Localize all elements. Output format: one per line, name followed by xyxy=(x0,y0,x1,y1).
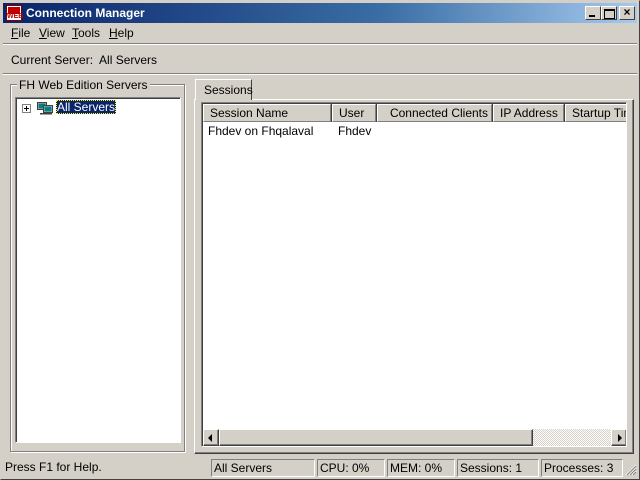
menu-file-label: ile xyxy=(18,26,31,40)
column-header-startup-time[interactable]: Startup Tim xyxy=(565,104,626,122)
app-icon-text: WEB xyxy=(7,13,24,20)
menu-bar: File View Tools Help xyxy=(3,23,637,43)
tab-sessions[interactable]: Sessions xyxy=(195,79,253,100)
application-window: WEB Connection Manager × File View Tools… xyxy=(0,0,640,480)
window-title: Connection Manager xyxy=(26,6,145,20)
sessions-list[interactable]: Session Name User Connected Clients IP A… xyxy=(201,102,627,447)
menu-help-mnemonic: H xyxy=(109,26,118,40)
menu-divider xyxy=(3,43,637,45)
minimize-button[interactable] xyxy=(585,6,601,20)
menu-help[interactable]: Help xyxy=(109,26,134,40)
title-bar[interactable]: WEB Connection Manager × xyxy=(3,3,637,23)
menu-view[interactable]: View xyxy=(39,26,65,40)
tree-item-all-servers[interactable]: All Servers xyxy=(56,100,117,114)
header-divider xyxy=(3,73,637,75)
column-header-ip-address[interactable]: IP Address xyxy=(493,104,564,122)
status-cpu: CPU: 0% xyxy=(317,459,385,477)
resize-grip-icon[interactable] xyxy=(625,464,637,476)
list-header: Session Name User Connected Clients IP A… xyxy=(203,104,626,122)
cell-user: Fhdev xyxy=(338,124,372,138)
menu-tools[interactable]: Tools xyxy=(72,26,100,40)
status-sessions: Sessions: 1 xyxy=(457,459,539,477)
maximize-button[interactable] xyxy=(601,6,617,20)
status-bar: Press F1 for Help. All Servers CPU: 0% M… xyxy=(3,458,637,478)
close-icon: × xyxy=(623,5,631,19)
status-server: All Servers xyxy=(211,459,315,477)
menu-help-label: elp xyxy=(117,26,134,40)
scrollbar-thumb[interactable] xyxy=(219,429,533,446)
status-mem: MEM: 0% xyxy=(387,459,455,477)
scroll-left-button[interactable] xyxy=(203,429,219,446)
tab-sessions-label: Sessions xyxy=(204,83,253,97)
menu-tools-label: ools xyxy=(78,26,101,40)
table-row[interactable]: Fhdev on Fhqalaval Fhdev xyxy=(203,123,626,139)
status-processes: Processes: 3 xyxy=(541,459,623,477)
column-header-session-name[interactable]: Session Name xyxy=(203,104,331,122)
menu-view-label: iew xyxy=(46,26,65,40)
status-help-text: Press F1 for Help. xyxy=(5,460,102,474)
current-server-label: Current Server: All Servers xyxy=(11,53,158,67)
close-button[interactable]: × xyxy=(619,5,635,20)
column-header-user[interactable]: User xyxy=(332,104,376,122)
servers-groupbox-label: FH Web Edition Servers xyxy=(17,78,150,92)
server-group-icon xyxy=(37,102,53,115)
server-tree[interactable]: All Servers xyxy=(15,97,181,443)
column-header-connected-clients[interactable]: Connected Clients xyxy=(377,104,492,122)
scroll-right-button[interactable] xyxy=(611,429,626,446)
app-icon[interactable]: WEB xyxy=(6,5,24,21)
menu-view-mnemonic: V xyxy=(39,26,47,40)
tree-expand-icon[interactable] xyxy=(22,104,31,113)
cell-session-name: Fhdev on Fhqalaval xyxy=(208,124,314,138)
menu-file[interactable]: File xyxy=(11,26,30,40)
horizontal-scrollbar[interactable] xyxy=(203,429,626,446)
